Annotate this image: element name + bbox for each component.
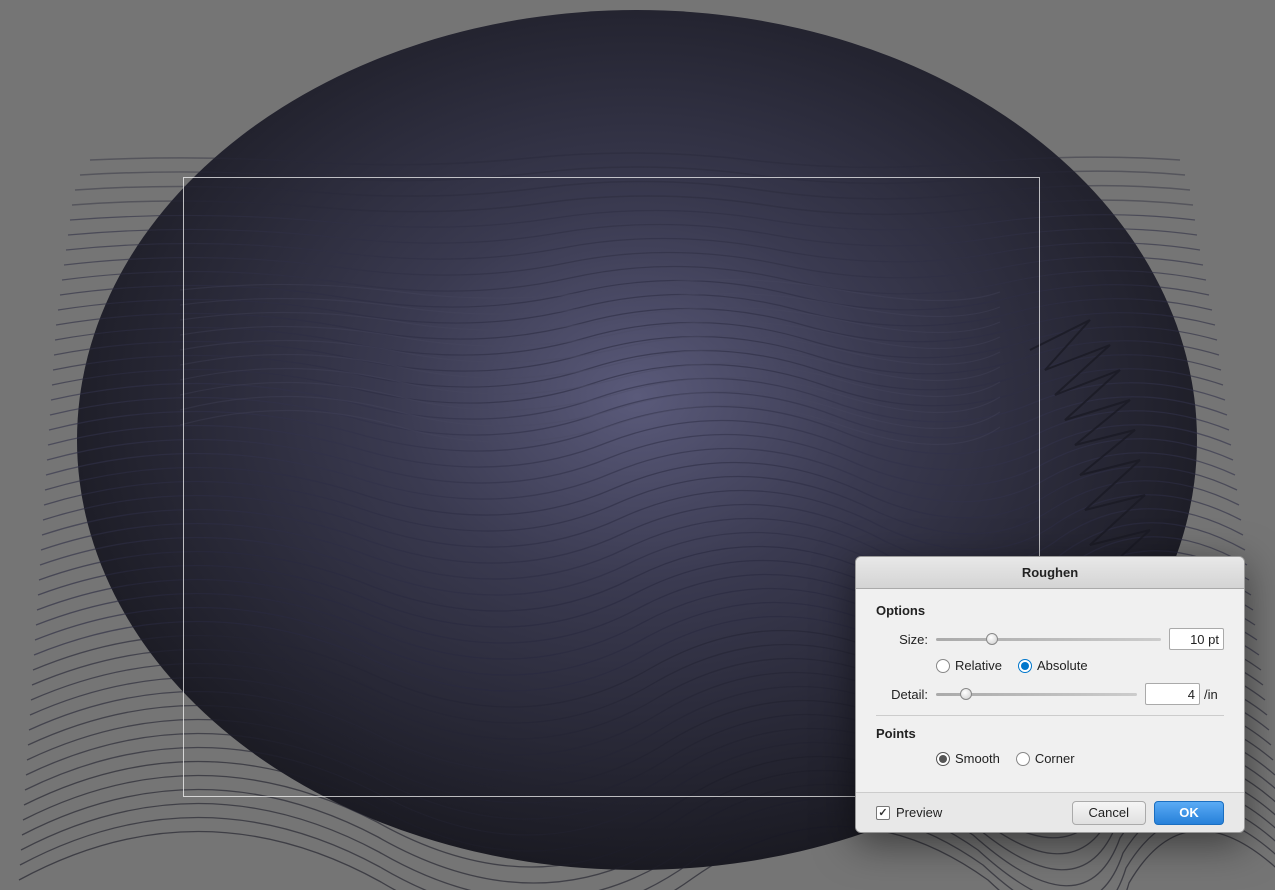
corner-radio[interactable]: [1016, 752, 1030, 766]
ok-button[interactable]: OK: [1154, 801, 1224, 825]
size-label: Size:: [876, 632, 928, 647]
detail-slider-container[interactable]: [936, 686, 1137, 702]
smooth-option[interactable]: Smooth: [936, 751, 1000, 766]
preview-checkbox[interactable]: [876, 806, 890, 820]
smooth-label: Smooth: [955, 751, 1000, 766]
smooth-radio[interactable]: [936, 752, 950, 766]
relative-option[interactable]: Relative: [936, 658, 1002, 673]
preview-right: Cancel OK: [1072, 801, 1224, 825]
corner-option[interactable]: Corner: [1016, 751, 1075, 766]
relative-radio[interactable]: [936, 659, 950, 673]
size-slider-container[interactable]: [936, 631, 1161, 647]
points-radio-row: Smooth Corner: [936, 751, 1224, 766]
size-value-input[interactable]: [1169, 628, 1224, 650]
roughen-dialog: Roughen Options Size: Relative: [855, 556, 1245, 833]
points-section-label: Points: [876, 726, 1224, 741]
size-slider-thumb[interactable]: [986, 633, 998, 645]
corner-label: Corner: [1035, 751, 1075, 766]
detail-row: Detail: /in: [876, 683, 1224, 705]
size-radio-row: Relative Absolute: [936, 658, 1224, 673]
preview-left: Preview: [876, 805, 1072, 820]
dialog-body: Options Size: Relative Absolute: [856, 589, 1244, 792]
detail-value-input[interactable]: [1145, 683, 1200, 705]
absolute-option[interactable]: Absolute: [1018, 658, 1088, 673]
cancel-button[interactable]: Cancel: [1072, 801, 1146, 825]
absolute-label: Absolute: [1037, 658, 1088, 673]
divider: [876, 715, 1224, 716]
preview-label: Preview: [896, 805, 942, 820]
detail-label: Detail:: [876, 687, 928, 702]
options-section-label: Options: [876, 603, 1224, 618]
dialog-titlebar: Roughen: [856, 557, 1244, 589]
absolute-radio[interactable]: [1018, 659, 1032, 673]
detail-unit-label: /in: [1204, 687, 1224, 702]
size-slider-track: [936, 638, 1161, 641]
preview-checkbox-container[interactable]: Preview: [876, 805, 942, 820]
bottom-row: Preview Cancel OK: [876, 801, 1224, 825]
relative-label: Relative: [955, 658, 1002, 673]
detail-slider-track: [936, 693, 1137, 696]
dialog-title: Roughen: [1022, 565, 1078, 580]
size-row: Size:: [876, 628, 1224, 650]
dialog-bottom: Preview Cancel OK: [856, 792, 1244, 832]
detail-slider-thumb[interactable]: [960, 688, 972, 700]
